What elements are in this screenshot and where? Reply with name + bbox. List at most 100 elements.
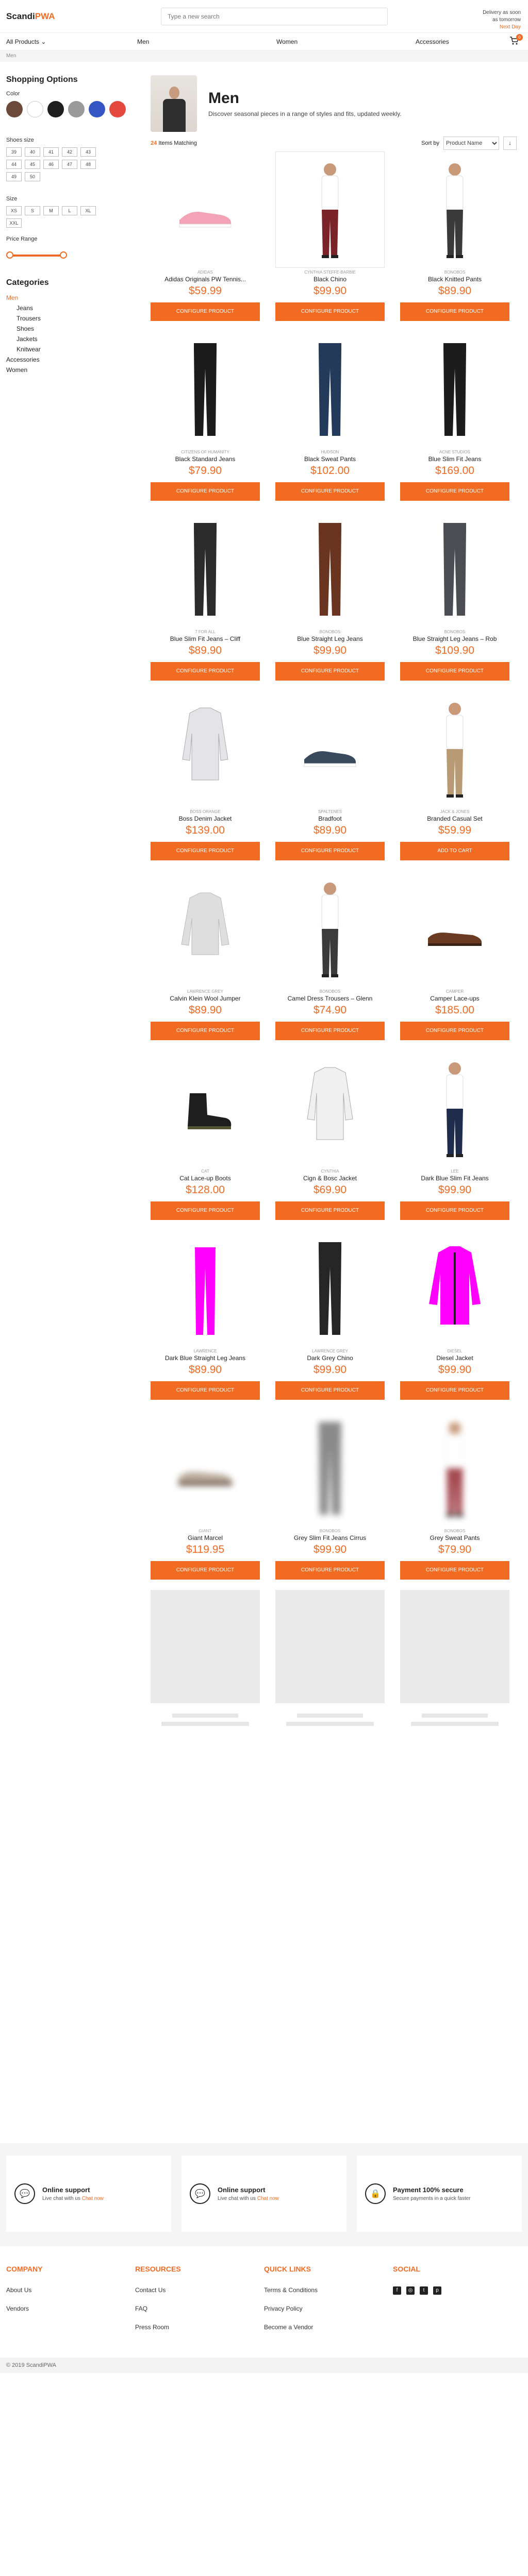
- product-image-box[interactable]: [275, 871, 385, 987]
- product-title[interactable]: Boss Denim Jacket: [151, 815, 260, 822]
- footer-link[interactable]: Terms & Conditions: [264, 2286, 393, 2294]
- product-image-box[interactable]: [151, 1410, 260, 1527]
- nav-item-accessories[interactable]: Accessories: [383, 38, 522, 45]
- color-swatch[interactable]: [6, 101, 23, 117]
- product-card[interactable]: Boss Orange Boss Denim Jacket $139.00 CONFI…: [151, 691, 260, 860]
- configure-product-button[interactable]: CONFIGURE PRODUCT: [400, 662, 509, 681]
- product-title[interactable]: Calvin Klein Wool Jumper: [151, 995, 260, 1002]
- add-to-cart-button[interactable]: ADD TO CART: [400, 842, 509, 860]
- configure-product-button[interactable]: CONFIGURE PRODUCT: [275, 302, 385, 321]
- product-card[interactable]: Hudson Black Sweat Pants $102.00 CONFIGURE …: [275, 331, 385, 501]
- product-title[interactable]: Adidas Originals PW Tennis...: [151, 276, 260, 283]
- configure-product-button[interactable]: CONFIGURE PRODUCT: [151, 1561, 260, 1580]
- size-option[interactable]: L: [62, 206, 77, 215]
- footer-link[interactable]: Contact Us: [135, 2286, 264, 2294]
- product-title[interactable]: Black Standard Jeans: [151, 455, 260, 463]
- category-item[interactable]: Accessories: [6, 354, 151, 365]
- product-title[interactable]: Blue Straight Leg Jeans – Rob: [400, 635, 509, 642]
- product-card[interactable]: Lawrence Grey Dark Grey Chino $99.90 CONFIG…: [275, 1230, 385, 1400]
- product-image-box[interactable]: [400, 1050, 509, 1167]
- shoe-size-option[interactable]: 39: [6, 147, 22, 157]
- price-max-handle[interactable]: [60, 251, 67, 259]
- product-card[interactable]: Acne Studios Blue Slim Fit Jeans $169.00 CO…: [400, 331, 509, 501]
- configure-product-button[interactable]: CONFIGURE PRODUCT: [400, 302, 509, 321]
- product-title[interactable]: Branded Casual Set: [400, 815, 509, 822]
- configure-product-button[interactable]: CONFIGURE PRODUCT: [275, 482, 385, 501]
- footer-link[interactable]: Press Room: [135, 2324, 264, 2331]
- product-card[interactable]: Bonobos Grey Slim Fit Jeans Cirrus $99.90 C…: [275, 1410, 385, 1580]
- configure-product-button[interactable]: CONFIGURE PRODUCT: [275, 1381, 385, 1400]
- configure-product-button[interactable]: CONFIGURE PRODUCT: [151, 842, 260, 860]
- footer-link[interactable]: Become a Vendor: [264, 2324, 393, 2331]
- shoe-size-option[interactable]: 42: [62, 147, 77, 157]
- configure-product-button[interactable]: CONFIGURE PRODUCT: [151, 302, 260, 321]
- search-box[interactable]: [161, 7, 388, 25]
- product-title[interactable]: Bradfoot: [275, 815, 385, 822]
- configure-product-button[interactable]: CONFIGURE PRODUCT: [275, 1022, 385, 1040]
- product-image-box[interactable]: [400, 1230, 509, 1347]
- product-title[interactable]: Blue Straight Leg Jeans: [275, 635, 385, 642]
- product-image-box[interactable]: [275, 151, 385, 268]
- configure-product-button[interactable]: CONFIGURE PRODUCT: [151, 1201, 260, 1220]
- chat-now-link[interactable]: Chat now: [82, 2196, 104, 2201]
- footer-link[interactable]: Privacy Policy: [264, 2305, 393, 2312]
- configure-product-button[interactable]: CONFIGURE PRODUCT: [275, 662, 385, 681]
- shoe-size-option[interactable]: 43: [80, 147, 96, 157]
- size-option[interactable]: XS: [6, 206, 22, 215]
- product-image-box[interactable]: [275, 1230, 385, 1347]
- product-card[interactable]: Lawrence Grey Calvin Klein Wool Jumper $89…: [151, 871, 260, 1040]
- product-title[interactable]: Grey Sweat Pants: [400, 1534, 509, 1541]
- search-input[interactable]: [168, 12, 381, 20]
- category-item[interactable]: Trousers: [6, 313, 151, 324]
- configure-product-button[interactable]: CONFIGURE PRODUCT: [400, 1201, 509, 1220]
- product-image-box[interactable]: [400, 871, 509, 987]
- product-title[interactable]: Giant Marcel: [151, 1534, 260, 1541]
- configure-product-button[interactable]: CONFIGURE PRODUCT: [400, 1381, 509, 1400]
- footer-link[interactable]: Vendors: [6, 2305, 135, 2312]
- product-card[interactable]: Lee Dark Blue Slim Fit Jeans $99.90 CONFIGU…: [400, 1050, 509, 1220]
- category-item[interactable]: Jackets: [6, 334, 151, 344]
- product-card[interactable]: Bonobos Blue Straight Leg Jeans $99.90 CONF…: [275, 511, 385, 681]
- configure-product-button[interactable]: CONFIGURE PRODUCT: [275, 842, 385, 860]
- product-title[interactable]: Dark Grey Chino: [275, 1354, 385, 1362]
- color-swatch[interactable]: [27, 101, 43, 117]
- color-swatch[interactable]: [89, 101, 105, 117]
- size-option[interactable]: M: [43, 206, 59, 215]
- product-image-box[interactable]: [151, 511, 260, 628]
- twitter-icon[interactable]: t: [420, 2286, 428, 2295]
- category-item[interactable]: Jeans: [6, 303, 151, 313]
- product-title[interactable]: Diesel Jacket: [400, 1354, 509, 1362]
- sort-direction-toggle[interactable]: ↓: [503, 137, 517, 150]
- nav-item-men[interactable]: Men: [104, 38, 243, 45]
- shoe-size-option[interactable]: 45: [25, 160, 40, 169]
- configure-product-button[interactable]: CONFIGURE PRODUCT: [400, 1561, 509, 1580]
- category-item[interactable]: Women: [6, 365, 151, 375]
- footer-link[interactable]: FAQ: [135, 2305, 264, 2312]
- category-item[interactable]: Shoes: [6, 324, 151, 334]
- product-title[interactable]: Black Chino: [275, 276, 385, 283]
- size-option[interactable]: XL: [80, 206, 96, 215]
- product-title[interactable]: Grey Slim Fit Jeans Cirrus: [275, 1534, 385, 1541]
- product-image-box[interactable]: [400, 511, 509, 628]
- all-products-menu[interactable]: All Products ⌄: [6, 38, 104, 45]
- product-card[interactable]: Jack & Jones Branded Casual Set $59.99 ADD …: [400, 691, 509, 860]
- product-title[interactable]: Cat Lace-up Boots: [151, 1175, 260, 1182]
- configure-product-button[interactable]: CONFIGURE PRODUCT: [151, 1022, 260, 1040]
- product-image-box[interactable]: [400, 1410, 509, 1527]
- product-card[interactable]: Camper Camper Lace-ups $185.00 CONFIGURE PR…: [400, 871, 509, 1040]
- configure-product-button[interactable]: CONFIGURE PRODUCT: [151, 662, 260, 681]
- shoe-size-option[interactable]: 50: [25, 172, 40, 181]
- product-image-box[interactable]: [275, 331, 385, 448]
- category-item[interactable]: Knitwear: [6, 344, 151, 354]
- product-image-box[interactable]: [151, 1230, 260, 1347]
- color-swatch[interactable]: [68, 101, 85, 117]
- product-card[interactable]: Bonobos Blue Straight Leg Jeans – Rob $109…: [400, 511, 509, 681]
- product-image-box[interactable]: [275, 691, 385, 807]
- logo[interactable]: ScandiPWA: [6, 11, 140, 22]
- product-card[interactable]: Citizens Of Humanity Black Standard Jeans…: [151, 331, 260, 501]
- sort-select[interactable]: Product Name: [443, 137, 499, 150]
- product-card[interactable]: Giant Giant Marcel $119.95 CONFIGURE PRODUC…: [151, 1410, 260, 1580]
- product-title[interactable]: Dark Blue Straight Leg Jeans: [151, 1354, 260, 1362]
- product-image-box[interactable]: [400, 151, 509, 268]
- product-card[interactable]: Diesel Diesel Jacket $99.90 CONFIGURE PRODU…: [400, 1230, 509, 1400]
